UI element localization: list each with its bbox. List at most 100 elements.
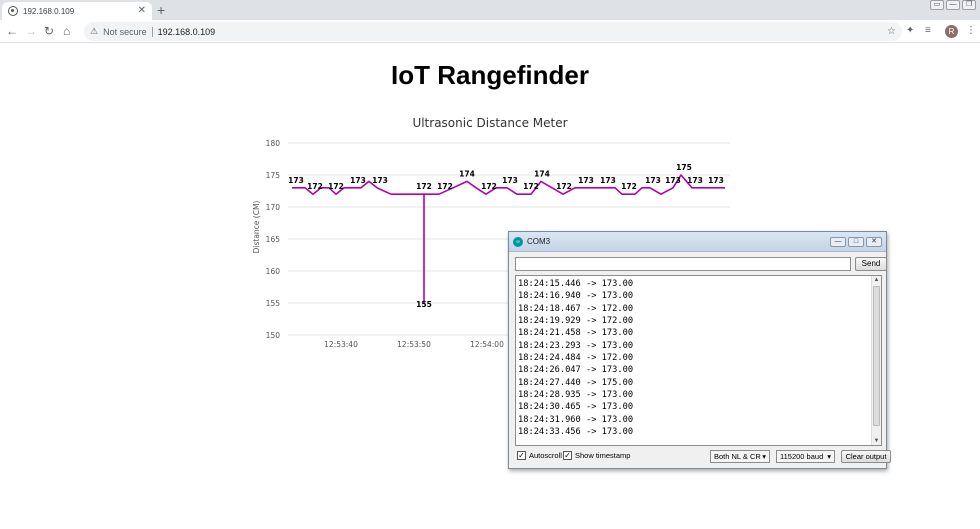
data-label: 173: [645, 176, 661, 185]
data-label: 172: [481, 182, 497, 191]
omnibox-divider: [151, 26, 153, 37]
x-tick-label: 12:53:50: [397, 340, 431, 349]
tab-close-icon[interactable]: ✕: [138, 6, 146, 16]
data-label: 174: [459, 169, 475, 178]
back-arrow-icon[interactable]: ←: [6, 23, 18, 39]
y-tick-label: 170: [266, 203, 281, 212]
menu-kebab-icon[interactable]: ⋮: [966, 25, 976, 36]
reload-icon[interactable]: ↻: [44, 23, 54, 39]
restore-icon[interactable]: ❐: [962, 0, 976, 10]
media-queue-icon[interactable]: ≡: [925, 25, 931, 36]
tab-strip: 192.168.0.109 ✕ + ▭ — ❐: [0, 0, 980, 20]
browser-toolbar: ← → ↻ ⌂ ⚠ Not secure 192.168.0.109 ☆ ✦ ≡…: [0, 20, 980, 43]
serial-line: 18:24:27.440 -> 175.00: [518, 377, 634, 388]
checkbox-checked-icon[interactable]: ✓: [517, 451, 526, 460]
window-controls: ▭ — ❐: [930, 0, 976, 10]
new-tab-button[interactable]: +: [157, 2, 165, 18]
serial-output[interactable]: 18:24:15.446 -> 173.00 18:24:16.940 -> 17…: [515, 275, 882, 446]
data-label: 174: [534, 169, 550, 178]
serial-line: 18:24:33.456 -> 173.00: [518, 427, 634, 438]
line-ending-select[interactable]: Both NL & CR ▾: [710, 450, 770, 463]
y-axis-label: Distance (CM): [252, 201, 261, 254]
security-label[interactable]: Not secure: [103, 27, 147, 37]
home-icon[interactable]: ⌂: [63, 23, 70, 39]
y-tick-label: 160: [266, 267, 281, 276]
scroll-up-icon[interactable]: ▲: [872, 277, 881, 283]
tab-title: 192.168.0.109: [23, 6, 75, 16]
show-timestamp-label: Show timestamp: [575, 451, 631, 460]
y-tick-label: 175: [266, 171, 281, 180]
serial-footer: ✓ Autoscroll ✓ Show timestamp Both NL & …: [515, 450, 891, 464]
baud-rate-value: 115200 baud: [780, 452, 824, 461]
serial-line: 18:24:16.940 -> 173.00: [518, 291, 634, 302]
data-label: 173: [687, 176, 703, 185]
url-text[interactable]: 192.168.0.109: [158, 27, 882, 37]
data-label: 173: [600, 176, 616, 185]
browser-tab[interactable]: 192.168.0.109 ✕: [2, 2, 152, 20]
extensions-puzzle-icon[interactable]: ✦: [906, 25, 914, 36]
data-label: 172: [328, 182, 344, 191]
data-label: 172: [556, 182, 572, 191]
data-label: 173: [372, 176, 388, 185]
serial-line: 18:24:15.446 -> 173.00: [518, 279, 634, 289]
x-tick-label: 12:53:40: [324, 340, 358, 349]
baud-rate-select[interactable]: 115200 baud ▾: [776, 450, 835, 463]
profile-window-icon[interactable]: ▭: [930, 0, 944, 10]
autoscroll-checkbox[interactable]: ✓ Autoscroll: [517, 451, 562, 460]
y-tick-label: 180: [266, 139, 281, 148]
data-label: 172: [437, 182, 453, 191]
data-label: 173: [578, 176, 594, 185]
send-row: Send: [515, 257, 887, 271]
bookmark-star-icon[interactable]: ☆: [887, 26, 896, 37]
data-label: 172: [621, 182, 637, 191]
data-label: 173: [502, 176, 518, 185]
scroll-thumb[interactable]: [873, 286, 880, 426]
warning-icon[interactable]: ⚠: [90, 26, 98, 37]
y-tick-label: 165: [266, 235, 281, 244]
serial-line: 18:24:23.293 -> 173.00: [518, 340, 634, 351]
serial-line: 18:24:21.458 -> 173.00: [518, 328, 634, 339]
page-title: IoT Rangefinder: [391, 60, 589, 90]
vertical-scrollbar[interactable]: ▲ ▼: [871, 276, 881, 445]
chevron-down-icon: ▾: [827, 452, 831, 461]
forward-arrow-icon[interactable]: →: [25, 23, 37, 39]
serial-line: 18:24:19.929 -> 172.00: [518, 316, 634, 327]
scroll-down-icon[interactable]: ▼: [872, 438, 881, 444]
serial-window-title: COM3: [527, 237, 551, 246]
serial-titlebar[interactable]: ∞ COM3 — □ ✕: [509, 232, 886, 252]
data-label: 173: [350, 176, 366, 185]
serial-line: 18:24:24.484 -> 172.00: [518, 353, 634, 364]
maximize-icon[interactable]: □: [848, 236, 864, 247]
serial-line: 18:24:30.465 -> 173.00: [518, 402, 634, 413]
data-label: 173: [288, 176, 304, 185]
address-bar[interactable]: ⚠ Not secure 192.168.0.109 ☆: [84, 22, 902, 41]
data-label: 173: [708, 176, 724, 185]
chart-title: Ultrasonic Distance Meter: [412, 116, 567, 130]
serial-monitor-window: ∞ COM3 — □ ✕ Send 18:24:15.446 -> 173.00…: [508, 231, 891, 469]
data-label: 172: [307, 182, 323, 191]
arduino-icon: ∞: [513, 236, 523, 247]
checkbox-checked-icon[interactable]: ✓: [563, 451, 572, 460]
minimize-icon[interactable]: —: [830, 236, 846, 247]
avatar[interactable]: R: [945, 25, 958, 38]
line-ending-value: Both NL & CR: [714, 452, 761, 461]
chevron-down-icon: ▾: [762, 452, 766, 461]
serial-line: 18:24:18.467 -> 172.00: [518, 303, 634, 314]
data-label: 175: [676, 163, 692, 172]
close-icon[interactable]: ✕: [866, 236, 882, 247]
serial-line: 18:24:26.047 -> 173.00: [518, 365, 634, 376]
y-tick-label: 150: [266, 331, 281, 340]
serial-line: 18:24:28.935 -> 173.00: [518, 390, 634, 401]
data-label: 173: [665, 176, 681, 185]
serial-lines: 18:24:15.446 -> 173.00 18:24:16.940 -> 17…: [516, 278, 871, 438]
serial-window-controls: — □ ✕: [830, 236, 882, 247]
globe-icon: [8, 6, 18, 16]
send-button[interactable]: Send: [855, 257, 887, 271]
clear-output-button[interactable]: Clear output: [841, 450, 891, 463]
serial-send-input[interactable]: [515, 257, 851, 271]
autoscroll-label: Autoscroll: [529, 451, 562, 460]
minimize-icon[interactable]: —: [946, 0, 960, 10]
data-label: 172: [523, 182, 539, 191]
y-tick-label: 155: [266, 299, 281, 308]
show-timestamp-checkbox[interactable]: ✓ Show timestamp: [563, 451, 630, 460]
